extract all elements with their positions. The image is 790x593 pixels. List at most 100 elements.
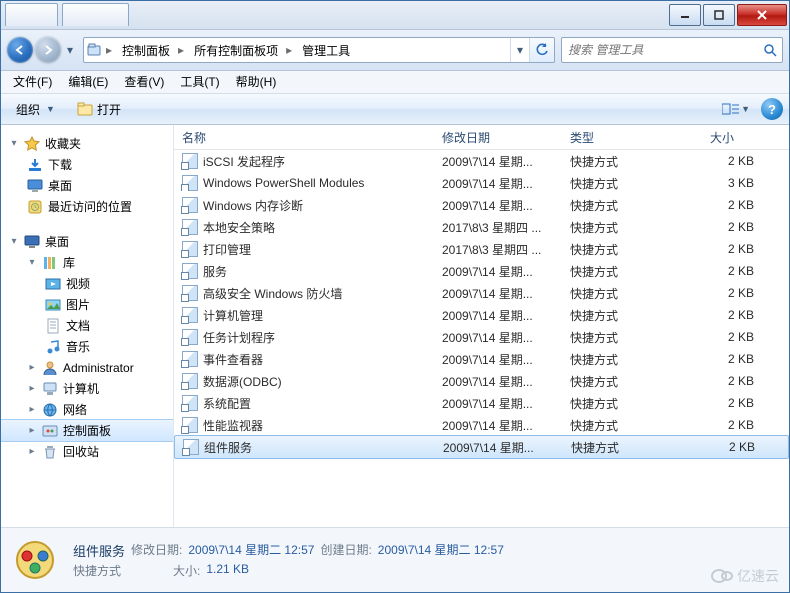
file-name: Windows 内存诊断: [203, 197, 303, 214]
tree-item[interactable]: 下载: [1, 154, 173, 175]
maximize-button[interactable]: [703, 4, 735, 26]
tree-item[interactable]: 视频: [1, 273, 173, 294]
details-date-label: 修改日期:: [131, 541, 182, 560]
file-row[interactable]: Windows PowerShell Modules2009\7\14 星期..…: [174, 172, 789, 194]
file-row[interactable]: 数据源(ODBC)2009\7\14 星期...快捷方式2 KB: [174, 370, 789, 392]
file-type: 快捷方式: [562, 307, 702, 324]
tree-label: 图片: [66, 296, 90, 313]
shortcut-icon: [182, 241, 198, 257]
tree-item[interactable]: 图片: [1, 294, 173, 315]
download-icon: [27, 157, 43, 173]
shortcut-icon: [183, 439, 199, 455]
file-name: 系统配置: [203, 395, 251, 412]
chevron-right-icon[interactable]: ▸: [284, 43, 294, 57]
file-size: 2 KB: [702, 330, 764, 344]
tree-item[interactable]: ▸计算机: [1, 378, 173, 399]
chevron-right-icon[interactable]: ▸: [104, 43, 114, 57]
user-icon: [42, 360, 58, 376]
file-size: 2 KB: [702, 418, 764, 432]
file-name: 组件服务: [204, 439, 252, 456]
file-size: 2 KB: [703, 440, 765, 454]
minimize-button[interactable]: [669, 4, 701, 26]
details-create-value: 2009\7\14 星期二 12:57: [378, 541, 504, 560]
watermark: 亿速云: [711, 566, 779, 586]
help-button[interactable]: ?: [761, 98, 783, 120]
file-date: 2009\7\14 星期...: [434, 395, 562, 412]
organize-button[interactable]: 组织▼: [7, 98, 64, 121]
pictures-icon: [45, 297, 61, 313]
file-size: 2 KB: [702, 154, 764, 168]
tree-item[interactable]: ▸控制面板: [1, 419, 173, 442]
address-bar[interactable]: ▸ 控制面板 ▸ 所有控制面板项 ▸ 管理工具 ▾: [83, 37, 555, 63]
menu-edit[interactable]: 编辑(E): [60, 71, 116, 93]
details-create-label: 创建日期:: [320, 541, 371, 560]
nav-history-dropdown[interactable]: ▾: [63, 41, 77, 59]
menu-file[interactable]: 文件(F): [5, 71, 60, 93]
breadcrumb-segment[interactable]: 所有控制面板项: [186, 38, 284, 62]
file-row[interactable]: 服务2009\7\14 星期...快捷方式2 KB: [174, 260, 789, 282]
tree-item[interactable]: 文档: [1, 315, 173, 336]
breadcrumb-segment[interactable]: 控制面板: [114, 38, 176, 62]
tree-item[interactable]: ▸网络: [1, 399, 173, 420]
title-tab: [5, 3, 58, 26]
tree-item[interactable]: 音乐: [1, 336, 173, 357]
open-button[interactable]: 打开: [68, 98, 130, 121]
explorer-window: ▾ ▸ 控制面板 ▸ 所有控制面板项 ▸ 管理工具 ▾ 文件(F) 编辑(E) …: [0, 0, 790, 593]
column-type[interactable]: 类型: [562, 129, 702, 146]
tree-item[interactable]: ▾库: [1, 252, 173, 273]
chevron-down-icon: ▼: [46, 104, 55, 114]
tree-label: 库: [63, 254, 75, 271]
tree-favorites-header[interactable]: ▾收藏夹: [1, 133, 173, 154]
details-name: 组件服务: [73, 541, 125, 560]
tree-label: 最近访问的位置: [48, 198, 132, 215]
breadcrumb-segment[interactable]: 管理工具: [294, 38, 356, 62]
file-type: 快捷方式: [562, 417, 702, 434]
cpanel-icon: [42, 423, 58, 439]
column-name[interactable]: 名称: [174, 129, 434, 146]
file-row[interactable]: 打印管理2017\8\3 星期四 ...快捷方式2 KB: [174, 238, 789, 260]
file-row[interactable]: 计算机管理2009\7\14 星期...快捷方式2 KB: [174, 304, 789, 326]
tree-item[interactable]: ▸回收站: [1, 441, 173, 462]
search-icon[interactable]: [758, 43, 782, 57]
tree-item[interactable]: ▸Administrator: [1, 357, 173, 378]
nav-forward-button[interactable]: [35, 37, 61, 63]
documents-icon: [45, 318, 61, 334]
column-size[interactable]: 大小: [702, 129, 764, 146]
details-size-value: 1.21 KB: [206, 562, 249, 579]
column-header: 名称 修改日期 类型 大小: [174, 125, 789, 150]
title-bar: [1, 1, 789, 30]
file-row[interactable]: iSCSI 发起程序2009\7\14 星期...快捷方式2 KB: [174, 150, 789, 172]
navigation-pane: ▾收藏夹下载桌面最近访问的位置 ▾桌面▾库视频图片文档音乐▸Administrat…: [1, 125, 174, 527]
file-size: 2 KB: [702, 264, 764, 278]
chevron-right-icon[interactable]: ▸: [176, 43, 186, 57]
menu-tools[interactable]: 工具(T): [172, 71, 227, 93]
tree-desktop-header[interactable]: ▾桌面: [1, 231, 173, 252]
tree-item[interactable]: 最近访问的位置: [1, 196, 173, 217]
address-dropdown[interactable]: ▾: [510, 38, 529, 62]
details-icon: [13, 538, 57, 582]
file-row[interactable]: Windows 内存诊断2009\7\14 星期...快捷方式2 KB: [174, 194, 789, 216]
file-row[interactable]: 系统配置2009\7\14 星期...快捷方式2 KB: [174, 392, 789, 414]
menu-help[interactable]: 帮助(H): [228, 71, 285, 93]
file-date: 2009\7\14 星期...: [434, 417, 562, 434]
file-name: 性能监视器: [203, 417, 263, 434]
nav-back-button[interactable]: [7, 37, 33, 63]
network-icon: [42, 402, 58, 418]
search-input[interactable]: [562, 43, 758, 57]
search-box[interactable]: [561, 37, 783, 63]
file-row[interactable]: 本地安全策略2017\8\3 星期四 ...快捷方式2 KB: [174, 216, 789, 238]
file-size: 2 KB: [702, 374, 764, 388]
view-mode-button[interactable]: ▼: [721, 97, 751, 121]
file-date: 2009\7\14 星期...: [434, 329, 562, 346]
file-row[interactable]: 高级安全 Windows 防火墙2009\7\14 星期...快捷方式2 KB: [174, 282, 789, 304]
menu-view[interactable]: 查看(V): [116, 71, 172, 93]
tree-item[interactable]: 桌面: [1, 175, 173, 196]
close-button[interactable]: [737, 4, 787, 26]
refresh-button[interactable]: [529, 38, 554, 62]
file-row[interactable]: 性能监视器 2009\7\14 星期...快捷方式2 KB: [174, 414, 789, 436]
column-date[interactable]: 修改日期: [434, 129, 562, 146]
file-row[interactable]: 任务计划程序2009\7\14 星期...快捷方式2 KB: [174, 326, 789, 348]
file-date: 2009\7\14 星期...: [434, 307, 562, 324]
file-row[interactable]: 事件查看器2009\7\14 星期...快捷方式2 KB: [174, 348, 789, 370]
file-row[interactable]: 组件服务2009\7\14 星期...快捷方式2 KB: [174, 435, 789, 459]
